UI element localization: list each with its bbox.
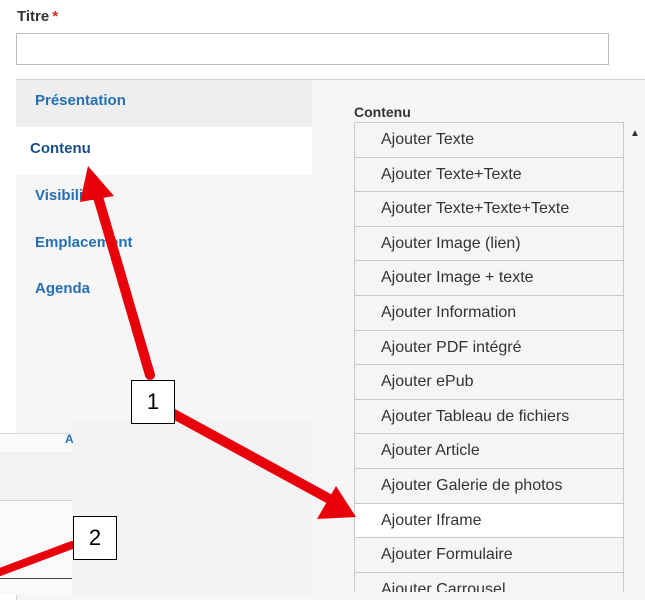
overlay-text-fragment: A — [65, 432, 74, 446]
list-item[interactable]: Ajouter Texte — [355, 122, 623, 157]
list-item[interactable]: Ajouter Texte+Texte+Texte — [355, 191, 623, 226]
title-label-text: Titre — [17, 8, 50, 25]
overlay-panel-right — [72, 420, 312, 595]
tab-presentation[interactable]: Présentation — [16, 80, 312, 127]
list-item[interactable]: Ajouter Image + texte — [355, 260, 623, 295]
title-input[interactable] — [16, 33, 609, 65]
overlay-row — [0, 452, 72, 501]
list-item-iframe[interactable]: Ajouter Iframe — [355, 502, 623, 538]
list-item[interactable]: Ajouter Tableau de fichiers — [355, 398, 623, 434]
tab-agenda[interactable]: Agenda — [16, 268, 312, 315]
tab-contenu[interactable]: Contenu — [16, 127, 312, 175]
scroll-up-icon[interactable]: ▲ — [630, 128, 640, 139]
list-item[interactable]: Ajouter Texte+Texte — [355, 156, 623, 192]
content-type-list[interactable]: Ajouter Texte Ajouter Texte+Texte Ajoute… — [354, 122, 624, 592]
callout-2: 2 — [73, 516, 117, 560]
list-item[interactable]: Ajouter ePub — [355, 364, 623, 399]
callout-1: 1 — [131, 380, 175, 424]
title-label: Titre * — [17, 8, 58, 25]
overlay-screenshot-fragment: A — [0, 432, 74, 594]
list-item[interactable]: Ajouter Image (lien) — [355, 225, 623, 261]
overlay-divider — [0, 578, 72, 579]
list-item[interactable]: Ajouter PDF intégré — [355, 329, 623, 365]
list-item[interactable]: Ajouter Formulaire — [355, 537, 623, 572]
tab-visibilite[interactable]: Visibilité — [16, 175, 312, 222]
tab-emplacement[interactable]: Emplacement — [16, 222, 312, 269]
list-item[interactable]: Ajouter Information — [355, 294, 623, 330]
required-asterisk: * — [52, 8, 59, 25]
list-item[interactable]: Ajouter Carrousel — [355, 571, 623, 592]
list-item[interactable]: Ajouter Galerie de photos — [355, 467, 623, 503]
content-select-label: Contenu — [354, 104, 411, 120]
list-item[interactable]: Ajouter Article — [355, 433, 623, 468]
